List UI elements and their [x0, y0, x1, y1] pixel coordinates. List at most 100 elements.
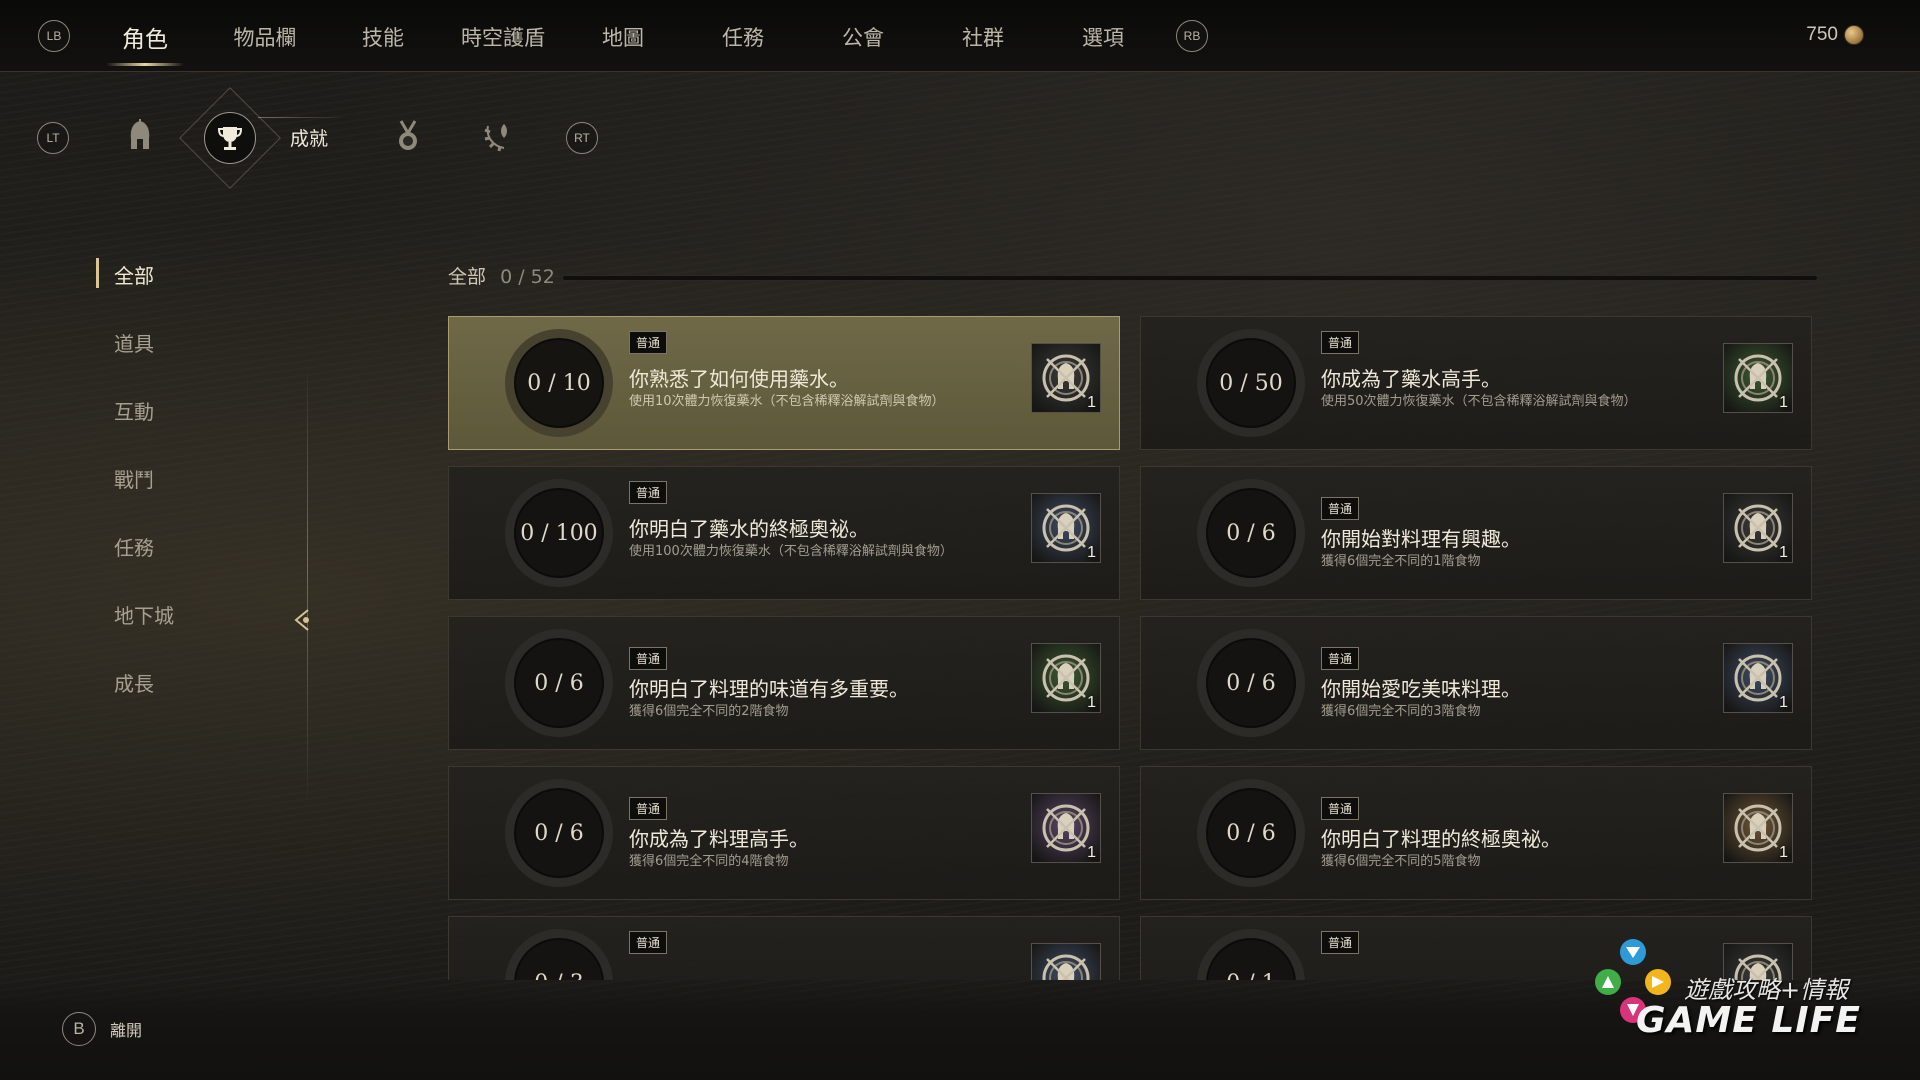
achievement-rarity-tag: 普通	[1321, 647, 1360, 670]
achievement-reward-emblem[interactable]	[1031, 943, 1101, 980]
category-growth[interactable]: 成長	[114, 668, 154, 697]
helmet-icon[interactable]	[120, 116, 160, 156]
achievement-progress-ring: 0 / 10	[505, 329, 613, 437]
achievement-reward-emblem[interactable]: 1	[1723, 643, 1793, 713]
achievement-description: 獲得6個完全不同的4階食物	[629, 854, 789, 869]
subtab-achievements-label[interactable]: 成就	[290, 124, 328, 151]
achievement-progress-ring: 0 / 6	[505, 779, 613, 887]
summary-label: 全部	[448, 266, 487, 288]
exit-control[interactable]: B 離開	[62, 1012, 142, 1046]
tab-map[interactable]: 地圖	[598, 22, 648, 52]
achievement-progress-ring: 0 / 6	[1197, 479, 1305, 587]
tab-options[interactable]: 選項	[1078, 22, 1128, 52]
achievement-rarity-tag: 普通	[629, 797, 668, 820]
achievement-reward-emblem[interactable]: 1	[1031, 493, 1101, 563]
category-active-marker	[96, 258, 99, 288]
achievement-rarity-tag: 普通	[629, 647, 668, 670]
achievement-title: 你開始對料理有興趣。	[1321, 527, 1521, 551]
reward-count: 1	[1087, 844, 1096, 861]
reward-count: 1	[1779, 544, 1788, 561]
lb-button[interactable]: LB	[38, 20, 70, 52]
category-items[interactable]: 道具	[114, 328, 154, 357]
category-divider	[307, 360, 308, 810]
category-dungeon[interactable]: 地下城	[114, 600, 174, 629]
achievement-reward-emblem[interactable]: 1	[1031, 343, 1101, 413]
achievement-card[interactable]: 0 / 50 普通你成為了藥水高手。使用50次體力恢復藥水（不包含稀釋浴解試劑與食…	[1140, 316, 1812, 450]
category-interaction[interactable]: 互動	[114, 396, 154, 425]
achievement-reward-emblem[interactable]: 1	[1723, 493, 1793, 563]
achievement-card[interactable]: 0 / 6 普通你開始愛吃美味料理。獲得6個完全不同的3階食物 1	[1140, 616, 1812, 750]
reward-count: 1	[1087, 394, 1096, 411]
achievement-card[interactable]: 0 / 6 普通你成為了料理高手。獲得6個完全不同的4階食物 1	[448, 766, 1120, 900]
achievement-reward-emblem[interactable]: 1	[1723, 343, 1793, 413]
coin-icon	[1844, 25, 1864, 45]
achievement-rarity-tag: 普通	[629, 931, 668, 954]
trophy-icon[interactable]	[204, 112, 256, 164]
achievement-description: 獲得6個完全不同的3階食物	[1321, 704, 1481, 719]
category-quests[interactable]: 任務	[114, 532, 154, 561]
achievement-progress-ring: 0 / 6	[1197, 629, 1305, 737]
achievement-description: 使用50次體力恢復藥水（不包含稀釋浴解試劑與食物）	[1321, 394, 1637, 409]
achievement-title: 你明白了料理的味道有多重要。	[629, 677, 909, 701]
achievement-rarity-tag: 普通	[1321, 931, 1360, 954]
achievement-card[interactable]: 0 / 10 普通 你熟悉了如何使用藥水。 使用10次體力恢復藥水（不包含稀釋浴解試劑…	[448, 316, 1120, 450]
summary-progress-bar	[562, 275, 1818, 281]
achievement-rarity-tag: 普通	[1321, 331, 1360, 354]
achievement-description: 使用100次體力恢復藥水（不包含稀釋浴解試劑與食物）	[629, 544, 953, 559]
shield-emblem-icon	[1734, 654, 1782, 702]
achievement-title: 你成為了藥水高手。	[1321, 367, 1501, 391]
achievement-card[interactable]: 0 / 6 普通 你明白了料理的味道有多重要。 獲得6個完全不同的2階食物 1	[448, 616, 1120, 750]
achievement-reward-emblem[interactable]: 1	[1031, 643, 1101, 713]
achievement-progress-ring: 0 / 50	[1197, 329, 1305, 437]
achievement-title: 你成為了料理高手。	[629, 827, 809, 851]
medal-icon[interactable]	[388, 116, 428, 156]
tab-skills[interactable]: 技能	[358, 22, 408, 52]
b-button[interactable]: B	[62, 1012, 96, 1046]
shield-emblem-icon	[1042, 354, 1090, 402]
tab-quests[interactable]: 任務	[718, 22, 768, 52]
shield-emblem-icon	[1042, 654, 1090, 702]
shield-emblem-icon	[1042, 954, 1090, 980]
achievement-rarity-tag: 普通	[629, 331, 668, 354]
achievement-card[interactable]: 0 / 100 普通 你明白了藥水的終極奧祕。 使用100次體力恢復藥水（不包含稀釋浴…	[448, 466, 1120, 600]
achievement-rarity-tag: 普通	[1321, 497, 1360, 520]
tab-character[interactable]: 角色	[106, 20, 184, 66]
achievement-description: 使用10次體力恢復藥水（不包含稀釋浴解試劑與食物）	[629, 394, 945, 409]
reward-count: 1	[1779, 844, 1788, 861]
achievement-description: 獲得6個完全不同的1階食物	[1321, 554, 1481, 569]
achievement-reward-emblem[interactable]: 1	[1723, 793, 1793, 863]
tab-time-shield[interactable]: 時空護盾	[460, 22, 546, 52]
rt-button[interactable]: RT	[566, 122, 598, 154]
achievement-summary: 全部 0 / 52	[448, 262, 555, 289]
laurel-icon[interactable]	[478, 116, 518, 156]
tab-community[interactable]: 社群	[958, 22, 1008, 52]
summary-count: 0 / 52	[500, 266, 555, 288]
achievement-reward-emblem[interactable]: 1	[1031, 793, 1101, 863]
reward-count: 1	[1087, 544, 1096, 561]
category-all[interactable]: 全部	[114, 260, 154, 289]
tab-inventory[interactable]: 物品欄	[230, 22, 300, 52]
collapse-chevron-icon[interactable]	[288, 604, 320, 636]
achievement-progress-ring: 0 / 6	[505, 629, 613, 737]
tab-guild[interactable]: 公會	[838, 22, 888, 52]
achievement-rarity-tag: 普通	[1321, 797, 1360, 820]
exit-label: 離開	[110, 1021, 143, 1040]
top-navigation-bar: LB 角色 物品欄 技能 時空護盾 地圖 任務 公會 社群 選項 RB 750	[0, 0, 1920, 72]
achievement-card[interactable]: 0 / 6 普通你開始對料理有興趣。獲得6個完全不同的1階食物 1	[1140, 466, 1812, 600]
achievement-card[interactable]: 0 / 3 普通	[448, 916, 1120, 980]
achievement-card[interactable]: 0 / 6 普通 你明白了料理的終極奧祕。 獲得6個完全不同的5階食物 1	[1140, 766, 1812, 900]
shield-emblem-icon	[1734, 504, 1782, 552]
watermark-logo: 遊戲攻略+情報 GAME LIFE	[1584, 938, 1874, 1048]
lt-button[interactable]: LT	[37, 122, 69, 154]
reward-count: 1	[1779, 694, 1788, 711]
achievement-list[interactable]: 0 / 10 普通 你熟悉了如何使用藥水。 使用10次體力恢復藥水（不包含稀釋浴解試劑…	[448, 316, 1820, 980]
achievement-title: 你開始愛吃美味料理。	[1321, 677, 1521, 701]
achievement-progress-ring: 0 / 1	[1197, 929, 1305, 980]
category-combat[interactable]: 戰鬥	[114, 464, 154, 493]
currency-value: 750	[1806, 24, 1838, 45]
achievement-title: 你明白了料理的終極奧祕。	[1321, 827, 1561, 851]
rb-button[interactable]: RB	[1176, 20, 1208, 52]
watermark-line2: GAME LIFE	[1636, 1000, 1861, 1041]
achievement-title: 你明白了藥水的終極奧祕。	[629, 517, 869, 541]
currency-display: 750	[1806, 24, 1864, 46]
